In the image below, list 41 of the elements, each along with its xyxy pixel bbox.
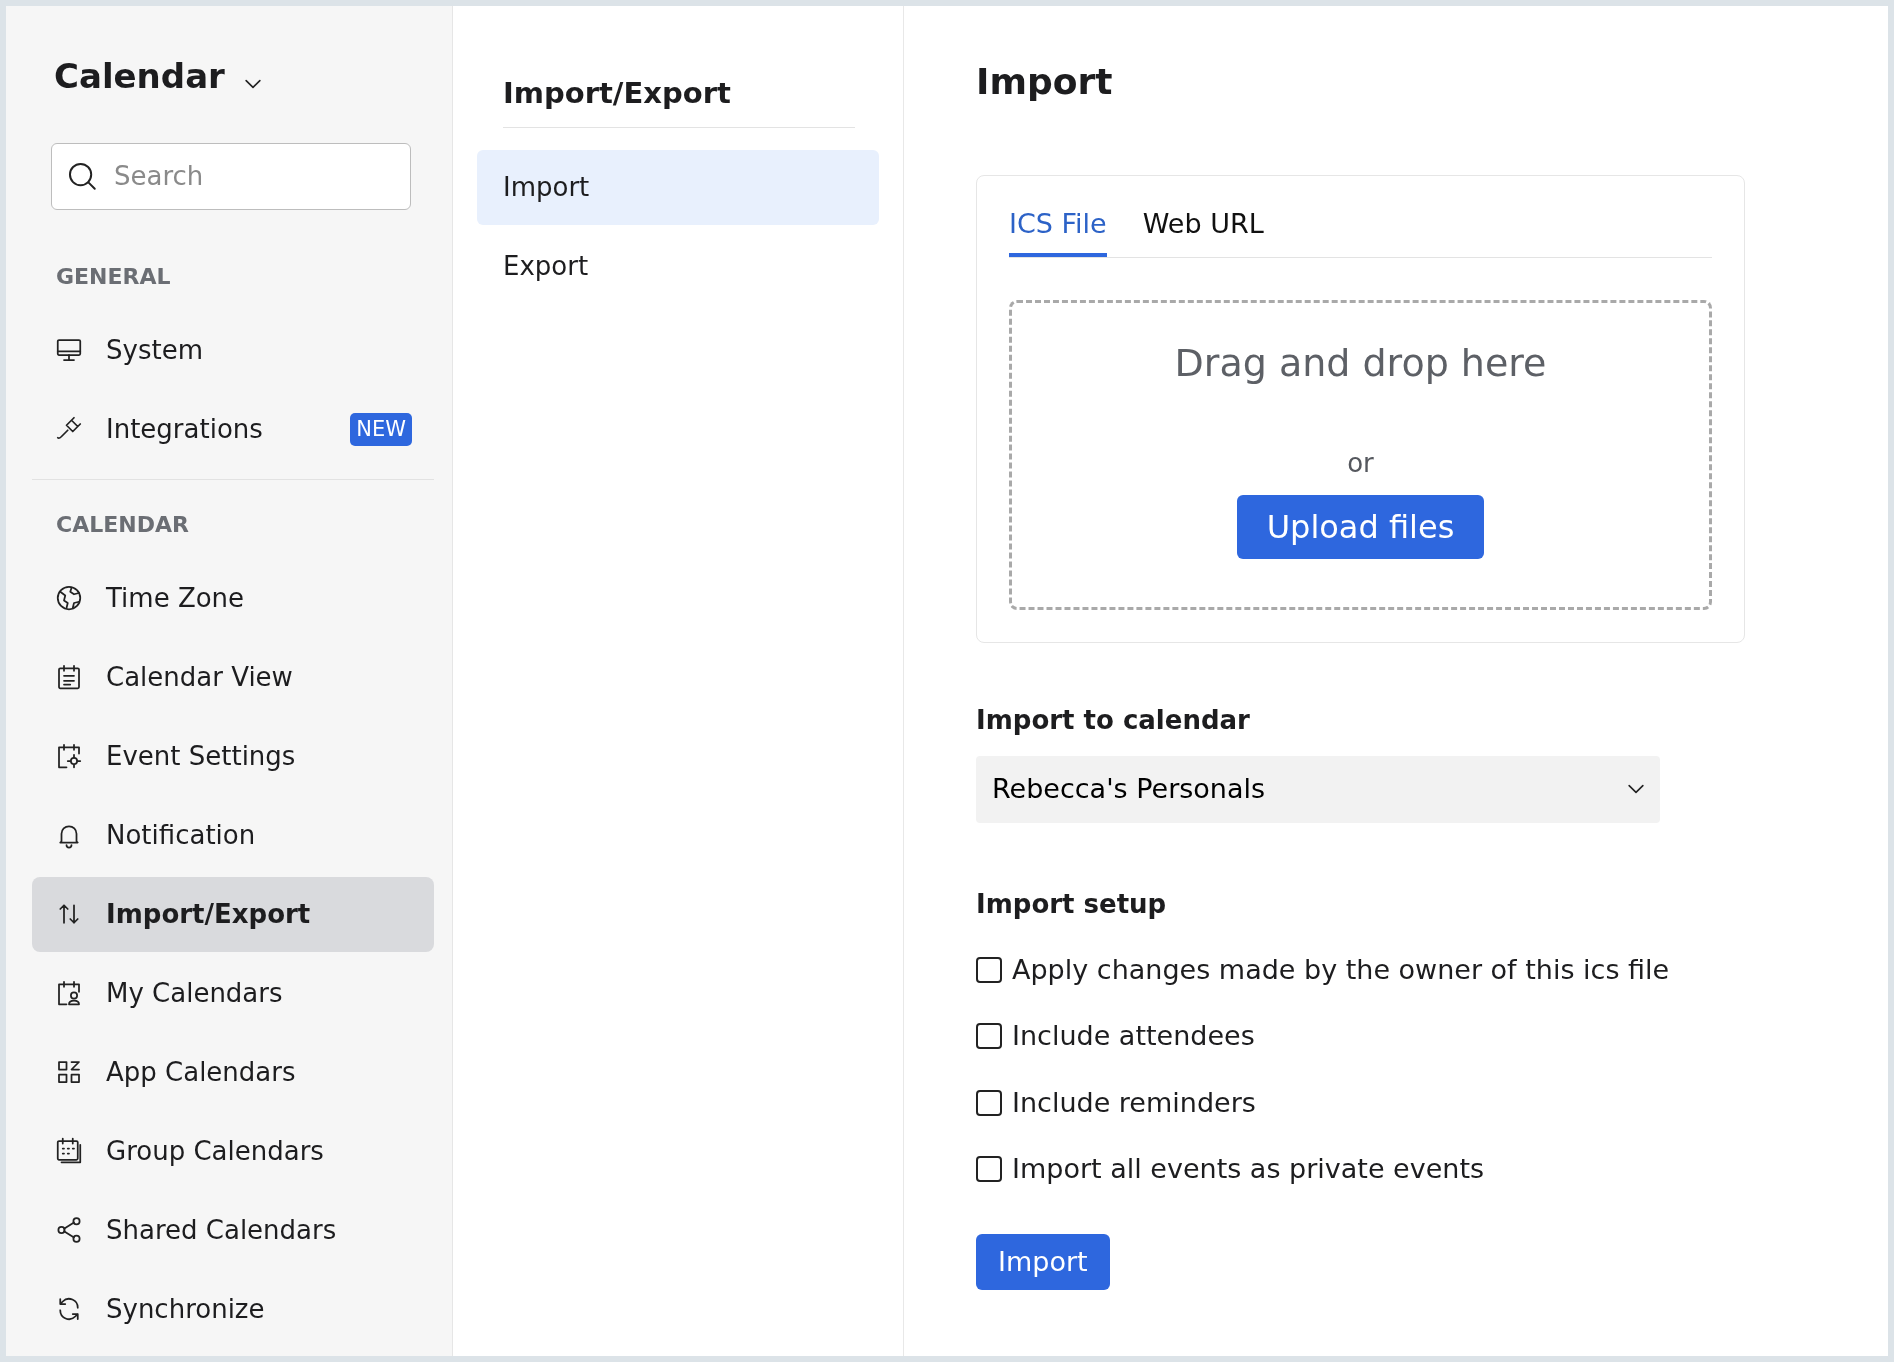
calendar-dropdown[interactable]: Rebecca's Personals	[976, 755, 1660, 823]
import-button[interactable]: Import	[976, 1233, 1110, 1291]
checkbox-label: Include attendees	[1012, 1019, 1255, 1054]
checkbox[interactable]	[976, 956, 1002, 983]
section-title: Import/Export	[503, 76, 855, 128]
sidebar-item[interactable]: My Calendars	[32, 955, 434, 1031]
sidebar-item[interactable]: Time Zone	[32, 560, 434, 636]
drop-hint: Drag and drop here	[1174, 339, 1547, 387]
checkbox-label: Include reminders	[1012, 1085, 1256, 1120]
sidebar-item[interactable]: Event Settings	[32, 718, 434, 794]
chevron-down-icon	[1628, 784, 1644, 795]
checkbox-label: Apply changes made by the owner of this ics file	[1012, 952, 1670, 987]
sidebar-item[interactable]: Calendar View	[32, 639, 434, 715]
section-heading: GENERAL	[56, 262, 172, 291]
or-text: or	[1347, 446, 1374, 480]
sidebar-item[interactable]: System	[32, 312, 434, 388]
sidebar-item[interactable]: Group Calendars	[32, 1113, 434, 1189]
section-heading: CALENDAR	[56, 510, 190, 539]
checkbox-label: Import all events as private events	[1012, 1152, 1485, 1187]
app-title[interactable]: Calendar	[54, 56, 225, 97]
checkbox[interactable]	[976, 1089, 1002, 1116]
page-title: Import	[976, 60, 1114, 104]
sidebar-item[interactable]: Notification	[32, 797, 434, 873]
sidebar-item[interactable]: Synchronize	[32, 1271, 434, 1347]
section-label: Import setup	[976, 887, 1168, 921]
tab[interactable]: ICS File	[1009, 204, 1107, 257]
checkbox[interactable]	[976, 1023, 1002, 1050]
subnav-item[interactable]: Export	[477, 228, 879, 304]
checkbox[interactable]	[976, 1156, 1002, 1183]
field-label: Import to calendar	[976, 703, 1251, 737]
sidebar-item[interactable]: Import/Export	[32, 876, 434, 952]
new-badge: NEW	[350, 412, 412, 447]
chevron-down-icon	[244, 78, 261, 89]
sidebar-item[interactable]: App Calendars	[32, 1034, 434, 1110]
subnav-item[interactable]: Import	[477, 149, 879, 225]
upload-button[interactable]: Upload files	[1236, 494, 1485, 559]
search-field[interactable]: Search	[51, 142, 411, 210]
tab[interactable]: Web URL	[1142, 204, 1264, 257]
drop-zone[interactable]: Drag and drop here or Upload files	[1009, 299, 1712, 610]
sidebar-item[interactable]: Integrations NEW	[32, 391, 434, 467]
sidebar-item[interactable]: Shared Calendars	[32, 1192, 434, 1268]
